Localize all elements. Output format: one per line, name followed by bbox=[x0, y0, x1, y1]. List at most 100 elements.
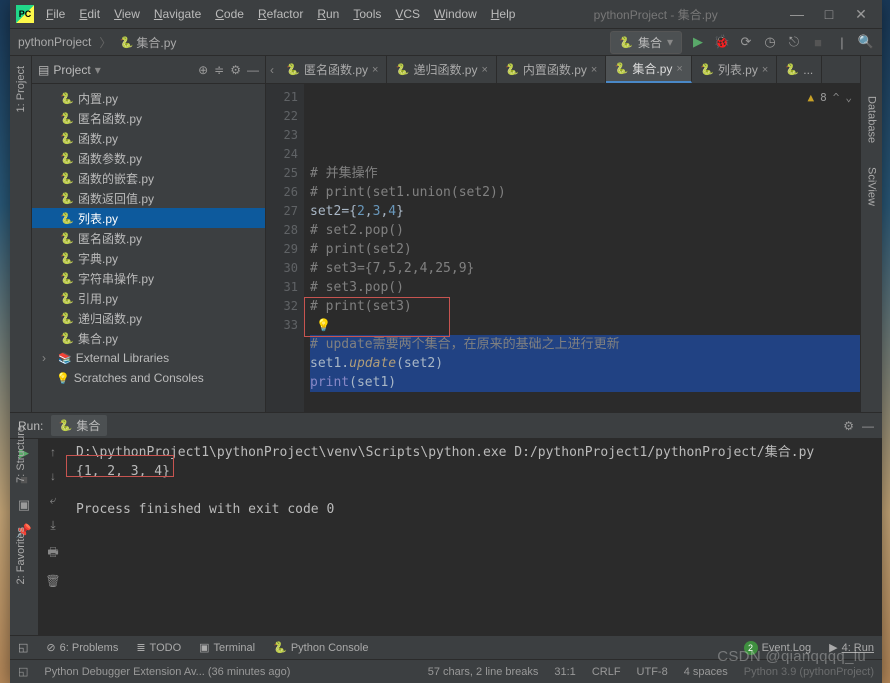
down-icon[interactable]: ↓ bbox=[50, 469, 56, 483]
run-config-selector[interactable]: 集合 ▾ bbox=[610, 31, 682, 54]
code-line[interactable]: # set3={7,5,2,4,25,9} bbox=[310, 259, 860, 278]
close-button[interactable]: ✕ bbox=[854, 7, 868, 21]
menu-code[interactable]: Code bbox=[209, 4, 250, 24]
code-line[interactable]: # print(set2) bbox=[310, 240, 860, 259]
print-icon[interactable]: 🖶 bbox=[47, 543, 58, 564]
code-line[interactable] bbox=[310, 145, 860, 164]
close-icon[interactable]: × bbox=[676, 63, 682, 75]
menu-tools[interactable]: Tools bbox=[347, 4, 387, 24]
menu-file[interactable]: File bbox=[40, 4, 71, 24]
sciview-tool-button[interactable]: SciView bbox=[866, 161, 878, 212]
menu-edit[interactable]: Edit bbox=[73, 4, 106, 24]
close-icon[interactable]: × bbox=[481, 64, 487, 76]
editor-tab[interactable]: 集合.py× bbox=[606, 56, 691, 83]
editor-tab[interactable]: 列表.py× bbox=[692, 56, 777, 83]
status-sdk[interactable]: Python 3.9 (pythonProject) bbox=[744, 666, 874, 678]
status-message[interactable]: Python Debugger Extension Av... (36 minu… bbox=[44, 666, 290, 678]
status-encoding[interactable]: UTF-8 bbox=[637, 666, 668, 678]
code-line[interactable]: # set2.pop() bbox=[310, 221, 860, 240]
tree-item[interactable]: 字典.py bbox=[32, 248, 265, 268]
code-line[interactable]: # 并集操作 bbox=[310, 164, 860, 183]
code-line[interactable]: print(set1) bbox=[310, 373, 860, 392]
more-tabs[interactable]: ... bbox=[777, 56, 822, 83]
close-icon[interactable]: × bbox=[762, 64, 768, 76]
status-indent[interactable]: 4 spaces bbox=[684, 666, 728, 678]
menu-navigate[interactable]: Navigate bbox=[148, 4, 207, 24]
code-line[interactable]: set2={2,3,4} bbox=[310, 202, 860, 221]
tree-item[interactable]: 函数的嵌套.py bbox=[32, 168, 265, 188]
python-file-icon bbox=[395, 63, 409, 77]
terminal-tool-button[interactable]: ▣ Terminal bbox=[199, 641, 255, 654]
tree-item[interactable]: 函数参数.py bbox=[32, 148, 265, 168]
code-line[interactable]: set1.update(set2) bbox=[310, 354, 860, 373]
code-area[interactable]: ▲ 8 ^ ⌄ # 并集操作# print(set1.union(set2))s… bbox=[304, 84, 860, 412]
breadcrumb[interactable]: pythonProject 〉 集合.py bbox=[18, 34, 176, 51]
search-everywhere-button[interactable]: 🔍 bbox=[858, 34, 874, 50]
project-tool-button[interactable]: 1: Project bbox=[15, 60, 27, 118]
chevron-down-icon[interactable]: ⌄ bbox=[845, 88, 852, 107]
close-icon[interactable]: × bbox=[591, 64, 597, 76]
trash-icon[interactable]: 🗑 bbox=[45, 574, 60, 588]
profile-button[interactable]: ◷ bbox=[762, 34, 778, 50]
favorites-tool-button[interactable]: 2: Favorites bbox=[15, 521, 27, 590]
python-console-tool-button[interactable]: 🐍 Python Console bbox=[273, 641, 368, 654]
up-icon[interactable]: ↑ bbox=[50, 445, 56, 459]
run-config-name: 集合 bbox=[638, 34, 662, 51]
scroll-to-end-icon[interactable]: ⤓ bbox=[50, 518, 55, 533]
tab-scroll-left-icon[interactable]: ‹ bbox=[266, 63, 278, 77]
bottom-left-icon[interactable]: ◱ bbox=[18, 641, 28, 654]
editor-tab[interactable]: 匿名函数.py× bbox=[278, 56, 387, 83]
problems-tool-button[interactable]: ⊘ 6: Problems bbox=[46, 641, 118, 654]
close-icon[interactable]: × bbox=[372, 64, 378, 76]
run-button[interactable]: ▶ bbox=[690, 34, 706, 50]
hide-icon[interactable]: — bbox=[247, 63, 259, 77]
run-tab[interactable]: 集合 bbox=[51, 415, 107, 436]
todo-tool-button[interactable]: ≣ TODO bbox=[136, 641, 181, 654]
menu-refactor[interactable]: Refactor bbox=[252, 4, 309, 24]
database-tool-button[interactable]: Database bbox=[866, 90, 878, 149]
tree-item[interactable]: 列表.py bbox=[32, 208, 265, 228]
tree-item[interactable]: 字符串操作.py bbox=[32, 268, 265, 288]
library-icon bbox=[58, 351, 72, 365]
chevron-icon[interactable]: ^ bbox=[833, 88, 840, 107]
scratches-node[interactable]: Scratches and Consoles bbox=[32, 368, 265, 388]
editor[interactable]: 21222324252627282930313233 ▲ 8 ^ ⌄ # 并集操… bbox=[266, 84, 860, 412]
menu-window[interactable]: Window bbox=[428, 4, 483, 24]
structure-tool-button[interactable]: 7: Structure bbox=[15, 420, 27, 489]
code-line[interactable]: # print(set1.union(set2)) bbox=[310, 183, 860, 202]
tree-item[interactable]: 函数.py bbox=[32, 128, 265, 148]
locate-icon[interactable]: ⊕ bbox=[198, 63, 208, 77]
menu-run[interactable]: Run bbox=[311, 4, 345, 24]
status-eol[interactable]: CRLF bbox=[592, 666, 621, 678]
editor-tab[interactable]: 内置函数.py× bbox=[497, 56, 606, 83]
tree-item[interactable]: 匿名函数.py bbox=[32, 228, 265, 248]
menu-vcs[interactable]: VCS bbox=[389, 4, 426, 24]
hide-icon[interactable]: — bbox=[862, 419, 874, 433]
console-output[interactable]: D:\pythonProject1\pythonProject\venv\Scr… bbox=[68, 439, 882, 635]
concurrency-button[interactable]: ⎋ bbox=[786, 34, 802, 50]
tree-item[interactable]: 引用.py bbox=[32, 288, 265, 308]
maximize-button[interactable]: □ bbox=[822, 7, 836, 21]
debug-button[interactable]: 🐞 bbox=[714, 34, 730, 50]
tree-item[interactable]: 内置.py bbox=[32, 88, 265, 108]
tree-item[interactable]: 集合.py bbox=[32, 328, 265, 348]
minimize-button[interactable]: — bbox=[790, 7, 804, 21]
chevron-down-icon[interactable]: ▾ bbox=[95, 63, 101, 77]
tree-item[interactable]: 递归函数.py bbox=[32, 308, 265, 328]
menu-help[interactable]: Help bbox=[485, 4, 522, 24]
coverage-button[interactable]: ⟳ bbox=[738, 34, 754, 50]
status-position[interactable]: 31:1 bbox=[554, 666, 575, 678]
tree-item[interactable]: 匿名函数.py bbox=[32, 108, 265, 128]
editor-tab[interactable]: 递归函数.py× bbox=[387, 56, 496, 83]
gear-icon[interactable]: ⚙ bbox=[843, 419, 854, 433]
warning-icon[interactable]: ▲ bbox=[808, 88, 815, 107]
expand-icon[interactable]: ≑ bbox=[214, 63, 224, 77]
tree-item[interactable]: 函数返回值.py bbox=[32, 188, 265, 208]
stop-button[interactable]: ■ bbox=[810, 34, 826, 50]
external-libraries[interactable]: › External Libraries bbox=[32, 348, 265, 368]
gear-icon[interactable]: ⚙ bbox=[230, 63, 241, 77]
wrap-icon[interactable]: ⤶ bbox=[50, 493, 57, 508]
code-line[interactable]: # set3.pop() bbox=[310, 278, 860, 297]
menu-view[interactable]: View bbox=[108, 4, 146, 24]
code-line[interactable]: # update需要两个集合，在原来的基础之上进行更新 bbox=[310, 335, 860, 354]
